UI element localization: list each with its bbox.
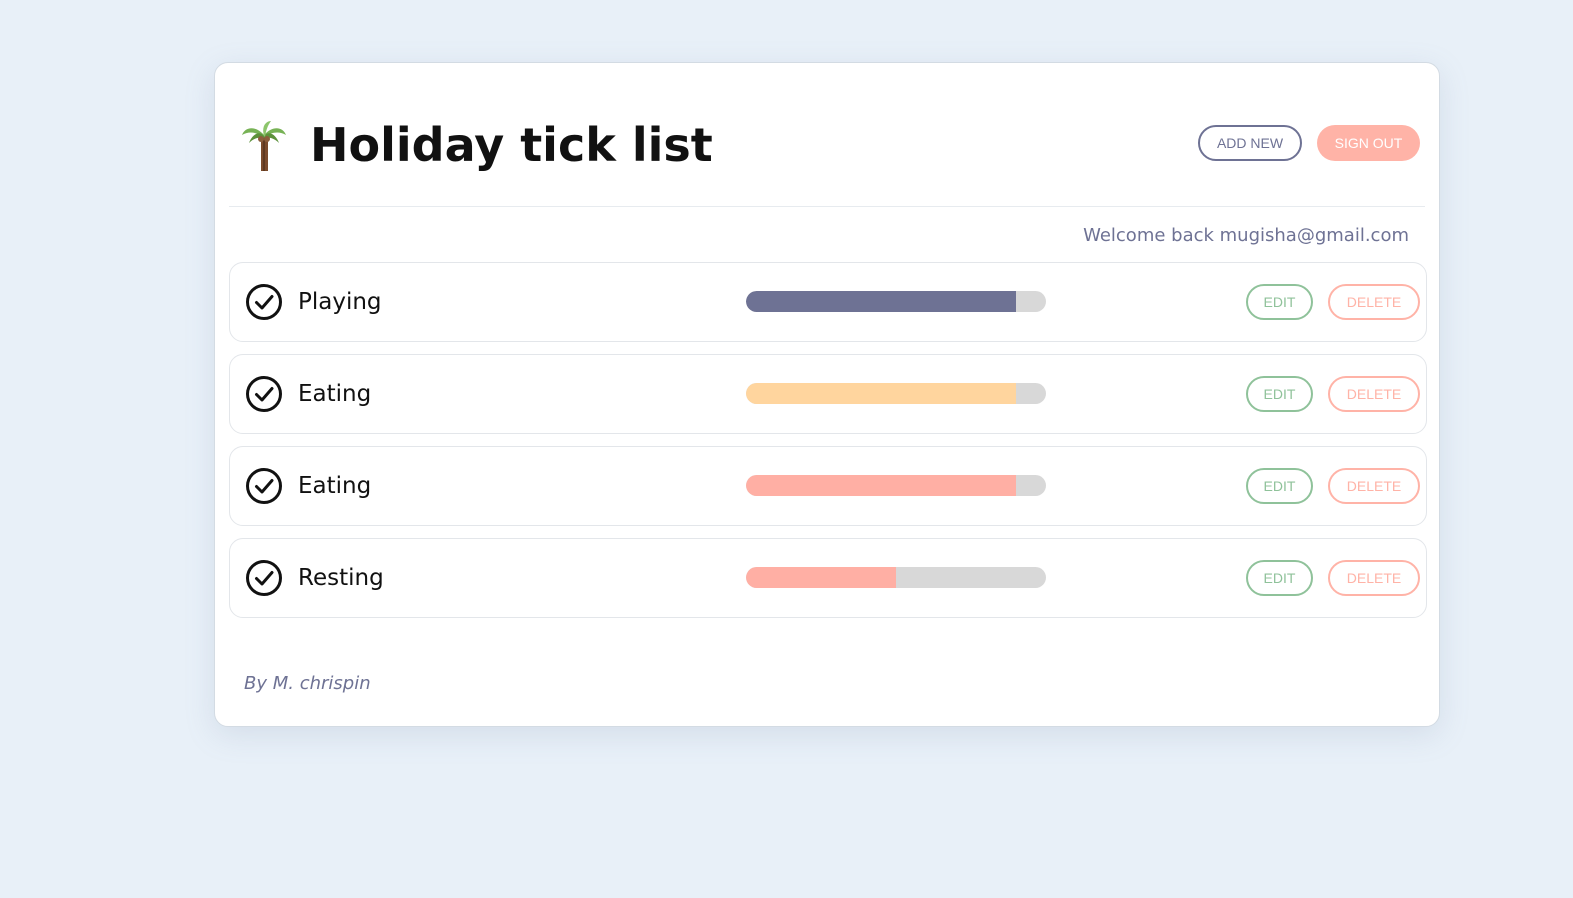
list-item: Playing EDIT DELETE xyxy=(229,262,1427,342)
list-item: Eating EDIT DELETE xyxy=(229,354,1427,434)
page-title: Holiday tick list xyxy=(310,118,713,172)
delete-button[interactable]: DELETE xyxy=(1328,284,1420,320)
list-item: Resting EDIT DELETE xyxy=(229,538,1427,618)
author-credit: By M. chrispin xyxy=(244,673,371,694)
delete-button[interactable]: DELETE xyxy=(1328,560,1420,596)
progress-bar xyxy=(746,475,1046,496)
progress-bar xyxy=(746,567,1046,588)
progress-fill xyxy=(746,291,1016,312)
progress-bar xyxy=(746,383,1046,404)
check-circle-icon[interactable] xyxy=(245,559,283,597)
progress-fill xyxy=(746,567,896,588)
header-divider xyxy=(229,206,1425,207)
item-label: Eating xyxy=(298,473,372,499)
item-label: Playing xyxy=(298,289,382,315)
task-list: Playing EDIT DELETE Eating EDIT DELETE E… xyxy=(229,262,1427,630)
header: Holiday tick list ADD NEW SIGN OUT xyxy=(215,63,1439,207)
palm-tree-icon xyxy=(242,121,286,171)
sign-out-button[interactable]: SIGN OUT xyxy=(1317,125,1420,161)
progress-fill xyxy=(746,383,1016,404)
item-label: Eating xyxy=(298,381,372,407)
delete-button[interactable]: DELETE xyxy=(1328,468,1420,504)
progress-fill xyxy=(746,475,1016,496)
check-circle-icon[interactable] xyxy=(245,375,283,413)
add-new-button[interactable]: ADD NEW xyxy=(1198,125,1302,161)
check-circle-icon[interactable] xyxy=(245,467,283,505)
tick-list-card: Holiday tick list ADD NEW SIGN OUT Welco… xyxy=(214,62,1440,727)
edit-button[interactable]: EDIT xyxy=(1246,284,1313,320)
edit-button[interactable]: EDIT xyxy=(1246,560,1313,596)
check-circle-icon[interactable] xyxy=(245,283,283,321)
item-label: Resting xyxy=(298,565,384,591)
welcome-message: Welcome back mugisha@gmail.com xyxy=(1083,225,1409,246)
edit-button[interactable]: EDIT xyxy=(1246,376,1313,412)
progress-bar xyxy=(746,291,1046,312)
delete-button[interactable]: DELETE xyxy=(1328,376,1420,412)
edit-button[interactable]: EDIT xyxy=(1246,468,1313,504)
list-item: Eating EDIT DELETE xyxy=(229,446,1427,526)
